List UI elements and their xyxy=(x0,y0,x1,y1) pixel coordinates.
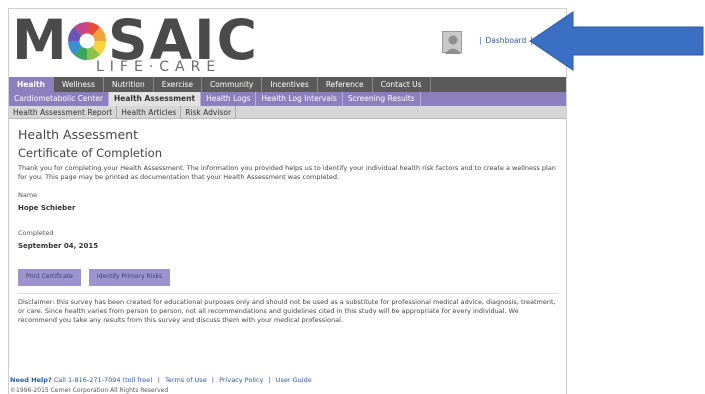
nav-tab-nutrition[interactable]: Nutrition xyxy=(104,77,154,92)
terms-link[interactable]: Terms of Use xyxy=(165,376,207,384)
user-silhouette-icon xyxy=(445,35,461,54)
subnav-risk-advisor[interactable]: Risk Advisor xyxy=(181,106,237,119)
user-guide-link[interactable]: User Guide xyxy=(276,376,312,384)
subnav-health-assessment[interactable]: Health Assessment xyxy=(108,92,202,106)
phone-link[interactable]: Call 1-816-271-7094 (toll free) xyxy=(54,376,153,384)
mosaic-logo[interactable]: M SAIC LIFE·CARE xyxy=(12,8,257,81)
subnav-health-articles[interactable]: Health Articles xyxy=(117,106,182,119)
subnav-screening-results[interactable]: Screening Results xyxy=(343,92,421,106)
subnav-health-logs[interactable]: Health Logs xyxy=(201,92,257,106)
action-buttons: Print Certificate Identify Primary Risks xyxy=(18,269,558,286)
nav-tab-health[interactable]: Health xyxy=(9,77,54,92)
subnav-health-assessment-report[interactable]: Health Assessment Report xyxy=(9,106,118,119)
separator: | xyxy=(211,376,214,384)
page-title: Health Assessment xyxy=(18,127,139,142)
nav-tab-wellness[interactable]: Wellness xyxy=(54,77,104,92)
completed-value: September 04, 2015 xyxy=(18,242,99,250)
nav-tab-community[interactable]: Community xyxy=(202,77,263,92)
nav-tab-contact-us[interactable]: Contact Us xyxy=(373,77,431,92)
name-value: Hope Schieber xyxy=(18,204,76,212)
name-label: Name xyxy=(18,191,38,199)
mosaic-o-icon xyxy=(67,21,107,61)
copyright: ©1996-2015 Cerner Corporation All Rights… xyxy=(10,387,169,394)
pointer-arrow-icon xyxy=(529,11,704,71)
separator: | xyxy=(479,36,482,45)
completed-label: Completed xyxy=(18,229,54,237)
intro-text: Thank you for completing your Health Ass… xyxy=(18,164,556,181)
identify-primary-risks-button[interactable]: Identify Primary Risks xyxy=(88,269,171,286)
separator: | xyxy=(157,376,160,384)
subnav-health-log-intervals[interactable]: Health Log Intervals xyxy=(256,92,343,106)
footer-links: Need Help? Call 1-816-271-7094 (toll fre… xyxy=(10,376,312,384)
logo-subtitle: LIFE·CARE xyxy=(96,59,222,75)
subnav-cardiometabolic-center[interactable]: Cardiometabolic Center xyxy=(9,92,109,106)
dashboard-link[interactable]: Dashboard xyxy=(486,36,527,45)
disclaimer-text: Disclaimer: this survey has been created… xyxy=(18,298,556,324)
primary-nav: Health Wellness Nutrition Exercise Commu… xyxy=(9,77,566,92)
avatar[interactable] xyxy=(442,31,462,54)
main-content: Health Assessment Certificate of Complet… xyxy=(18,127,558,325)
separator: | xyxy=(268,376,271,384)
page-frame: M SAIC LIFE·CARE | Dashboard | xyxy=(8,8,567,394)
print-certificate-button[interactable]: Print Certificate xyxy=(18,269,81,286)
divider xyxy=(18,293,558,294)
nav-tab-incentives[interactable]: Incentives xyxy=(262,77,318,92)
privacy-link[interactable]: Privacy Policy xyxy=(219,376,263,384)
tertiary-nav: Health Assessment Report Health Articles… xyxy=(9,106,566,119)
nav-tab-reference[interactable]: Reference xyxy=(318,77,373,92)
page-subtitle: Certificate of Completion xyxy=(18,146,162,160)
secondary-nav: Cardiometabolic Center Health Assessment… xyxy=(9,92,566,106)
logo-text-left: M xyxy=(12,8,69,72)
need-help-link[interactable]: Need Help? xyxy=(10,376,52,384)
nav-tab-exercise[interactable]: Exercise xyxy=(154,77,202,92)
